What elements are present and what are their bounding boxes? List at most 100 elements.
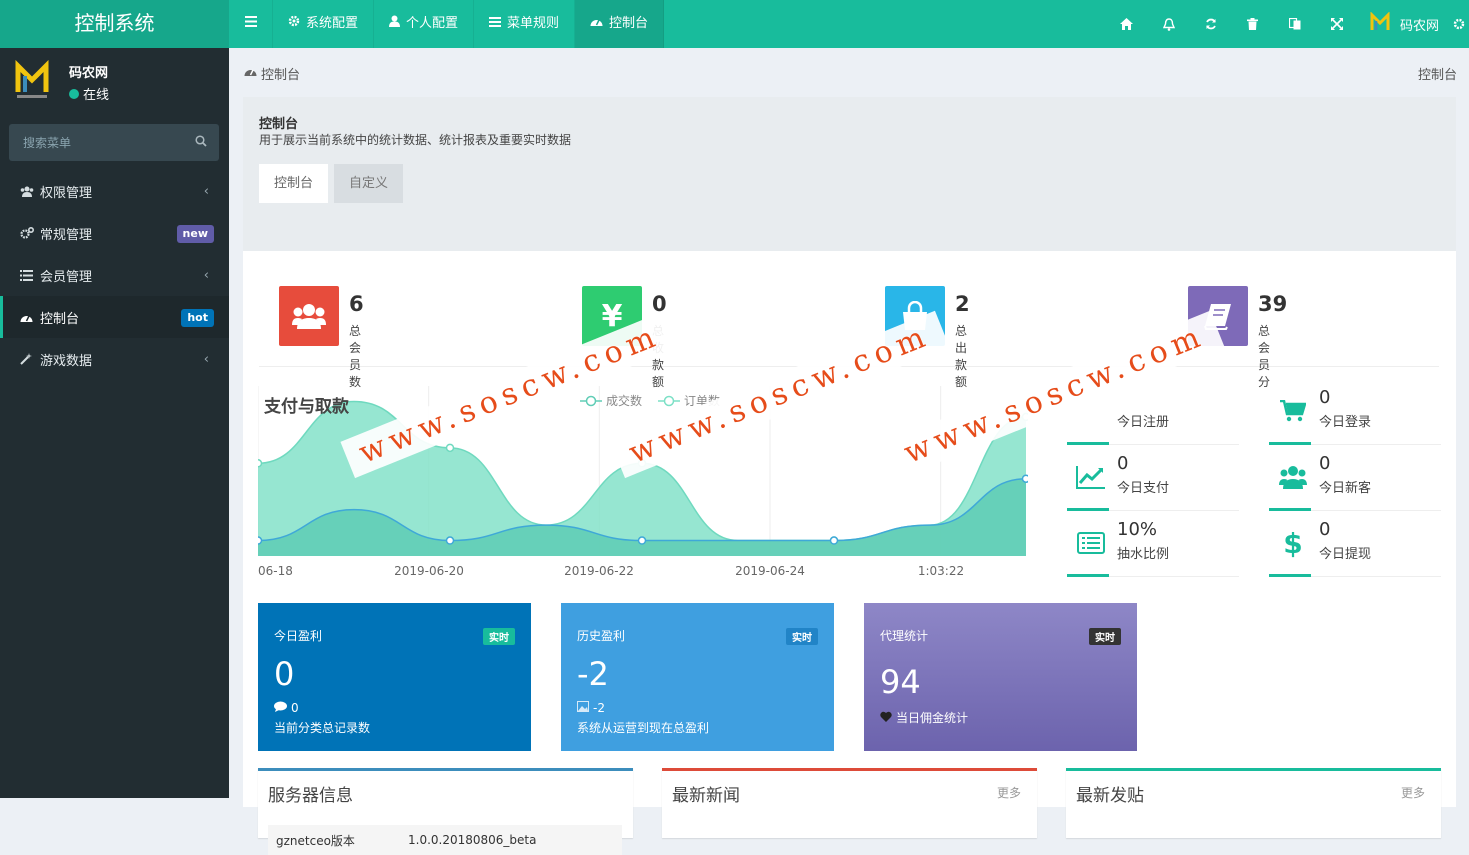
realtime-badge: 实时	[1089, 628, 1121, 645]
nav-dashboard[interactable]: 控制台	[575, 0, 665, 48]
image-icon	[577, 701, 589, 715]
breadcrumb-current[interactable]: 控制台	[261, 64, 300, 83]
card-sub: 0	[274, 701, 299, 715]
trash-icon[interactable]	[1232, 0, 1274, 48]
gear-icon	[288, 0, 300, 48]
legend-label: 成交数	[606, 394, 643, 408]
refresh-icon[interactable]	[1190, 0, 1232, 48]
search-icon[interactable]	[195, 135, 207, 151]
sidebar-item-label: 权限管理	[40, 185, 93, 201]
legend-item[interactable]: 成交数	[580, 392, 642, 409]
mini-label: 抽水比例	[1117, 547, 1170, 562]
cogs-icon	[20, 227, 40, 239]
settings-gear-icon[interactable]	[1453, 0, 1469, 48]
mini-stats: 今日注册 0 今日登录 0 今日支付 0 今日新客 10% 抽水比例 $ 0 今…	[1067, 387, 1447, 577]
nav-label: 菜单规则	[507, 16, 560, 31]
card-desc: 系统从运营到现在总盈利	[577, 721, 710, 735]
panel-title: 最新新闻	[672, 786, 740, 806]
search-input[interactable]	[9, 124, 219, 161]
realtime-badge: 实时	[483, 628, 515, 645]
sidebar-item-auth[interactable]: 权限管理 ‹	[0, 170, 229, 212]
mini-value: 0	[1319, 519, 1331, 540]
tab-bar: 控制台 自定义	[259, 164, 409, 203]
mini-today-login: 0 今日登录	[1269, 387, 1441, 445]
server-key: gznetceo版本	[276, 833, 355, 848]
data-point[interactable]	[1021, 474, 1031, 483]
stat-label: 总会员分	[1258, 324, 1271, 389]
top-nav: 系统配置 个人配置 菜单规则 控制台	[229, 0, 665, 48]
data-point[interactable]	[445, 536, 455, 545]
new-badge: new	[176, 225, 214, 243]
sidebar: 码农网 在线 权限管理 ‹ 常规管理 new 会员管理 ‹ 控制台 hot 游戏	[0, 48, 229, 798]
chevron-left-icon: ‹	[203, 267, 209, 283]
sidebar-menu: 权限管理 ‹ 常规管理 new 会员管理 ‹ 控制台 hot 游戏数据 ‹	[0, 170, 229, 380]
card-history-profit: 历史盈利 实时 -2 -2 系统从运营到现在总盈利	[561, 603, 834, 751]
list-alt-icon	[1075, 527, 1107, 559]
card-desc: 当前分类总记录数	[274, 721, 371, 735]
home-icon[interactable]	[1106, 0, 1148, 48]
more-link[interactable]: 更多	[997, 784, 1021, 801]
stat-label: 总出款额	[955, 324, 968, 389]
data-point[interactable]	[829, 536, 839, 545]
app-logo-title[interactable]: 控制系统	[0, 0, 229, 48]
nav-profile-config[interactable]: 个人配置	[374, 0, 475, 48]
sidebar-toggle-button[interactable]	[229, 0, 273, 48]
mini-label: 今日登录	[1319, 415, 1372, 430]
chevron-left-icon: ‹	[203, 351, 209, 367]
user-menu[interactable]: 码农网	[1358, 11, 1453, 36]
users-icon	[1277, 461, 1309, 493]
dashboard-icon	[20, 312, 40, 323]
stat-label: 总会员数	[349, 324, 362, 389]
panel-title: 最新发贴	[1076, 786, 1144, 806]
bell-icon[interactable]	[1148, 0, 1190, 48]
sidebar-item-members[interactable]: 会员管理 ‹	[0, 254, 229, 296]
data-point[interactable]	[637, 536, 647, 545]
mini-accent	[1269, 442, 1311, 445]
more-link[interactable]: 更多	[1401, 784, 1425, 801]
mini-label: 今日注册	[1117, 415, 1170, 430]
sidebar-item-label: 常规管理	[40, 227, 93, 243]
hot-badge: hot	[181, 309, 214, 327]
tab-dashboard[interactable]: 控制台	[259, 164, 329, 203]
top-navbar: 控制系统 系统配置 个人配置 菜单规则 控制台 码农网	[0, 0, 1469, 48]
mini-label: 今日支付	[1117, 481, 1170, 496]
card-sub-value: 当日佣金统计	[896, 711, 969, 725]
sidebar-item-game-data[interactable]: 游戏数据 ‹	[0, 338, 229, 380]
mini-accent	[1269, 574, 1311, 577]
mini-accent	[1067, 508, 1109, 511]
card-value: 94	[880, 663, 921, 701]
data-point[interactable]	[253, 536, 263, 545]
page-description: 用于展示当前系统中的统计数据、统计报表及重要实时数据	[259, 133, 572, 147]
list-icon	[489, 0, 502, 48]
mini-today-pay: 0 今日支付	[1067, 453, 1239, 511]
tab-custom[interactable]: 自定义	[334, 164, 404, 203]
translate-icon[interactable]	[1274, 0, 1316, 48]
x-tick-label: 06-18	[258, 564, 293, 578]
card-title: 历史盈利	[577, 629, 626, 643]
magic-icon	[20, 353, 40, 365]
stat-value: 6	[349, 292, 364, 316]
user-name: 码农网	[1399, 18, 1439, 34]
sidebar-item-general[interactable]: 常规管理 new	[0, 212, 229, 254]
user-status: 在线	[69, 84, 109, 103]
user-icon	[389, 0, 401, 48]
data-point[interactable]	[253, 459, 263, 468]
sidebar-item-dashboard[interactable]: 控制台 hot	[0, 296, 229, 338]
mini-value: 0	[1117, 453, 1129, 474]
x-tick-label: 2019-06-20	[394, 564, 464, 578]
mini-rake-ratio: 10% 抽水比例	[1067, 519, 1239, 577]
card-sub-value: 0	[291, 701, 299, 715]
card-title: 代理统计	[880, 629, 929, 643]
mini-today-new: 0 今日新客	[1269, 453, 1441, 511]
top-right-nav: 码农网	[1106, 0, 1469, 48]
nav-menu-rules[interactable]: 菜单规则	[474, 0, 576, 48]
sidebar-user-name: 码农网	[69, 66, 109, 81]
nav-system-config[interactable]: 系统配置	[273, 0, 375, 48]
data-point[interactable]	[445, 443, 455, 453]
fullscreen-icon[interactable]	[1316, 0, 1358, 48]
stat-value: 39	[1258, 292, 1288, 316]
mini-accent	[1067, 442, 1109, 445]
card-title: 今日盈利	[274, 629, 323, 643]
card-sub: 当日佣金统计	[880, 709, 968, 726]
server-info-panel: 服务器信息 gznetceo版本 1.0.0.20180806_beta	[258, 768, 633, 855]
